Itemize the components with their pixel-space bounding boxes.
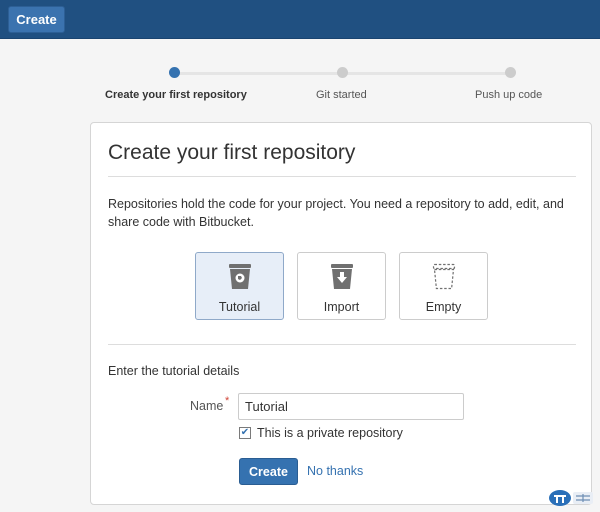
top-create-button[interactable]: Create xyxy=(8,6,65,33)
bucket-import-icon xyxy=(330,264,353,289)
option-tutorial-label: Tutorial xyxy=(218,300,261,314)
no-thanks-link[interactable]: No thanks xyxy=(307,464,363,478)
create-repository-button[interactable]: Create xyxy=(239,458,298,485)
progress-line xyxy=(174,72,342,75)
option-import[interactable]: Import xyxy=(297,252,386,320)
step-label-git-started: Git started xyxy=(316,89,367,101)
step-label-create-repository: Create your first repository xyxy=(105,89,247,101)
divider xyxy=(108,344,576,345)
divider xyxy=(108,176,576,177)
option-import-label: Import xyxy=(323,300,360,314)
private-repository-label[interactable]: This is a private repository xyxy=(257,426,403,440)
page-title: Create your first repository xyxy=(108,141,356,164)
checkmark-icon: ✔ xyxy=(240,427,250,438)
progress-line xyxy=(342,72,510,75)
top-navigation-bar: Create xyxy=(0,0,600,39)
option-tutorial[interactable]: Tutorial xyxy=(195,252,284,320)
section-label: Enter the tutorial details xyxy=(108,364,240,378)
step-dot xyxy=(505,67,516,78)
bucket-tutorial-icon xyxy=(228,264,251,289)
step-dot-active xyxy=(169,67,180,78)
name-field-label: Name xyxy=(190,399,224,413)
required-marker: * xyxy=(225,395,230,407)
option-empty[interactable]: Empty xyxy=(399,252,488,320)
private-repository-checkbox[interactable]: ✔ xyxy=(239,427,251,439)
watermark-logo xyxy=(549,490,593,506)
step-label-push-up-code: Push up code xyxy=(475,89,543,101)
repository-name-input[interactable] xyxy=(238,393,464,420)
intro-text: Repositories hold the code for your proj… xyxy=(108,197,564,229)
step-dot xyxy=(337,67,348,78)
bucket-empty-icon xyxy=(432,263,455,290)
option-empty-label: Empty xyxy=(425,300,462,314)
